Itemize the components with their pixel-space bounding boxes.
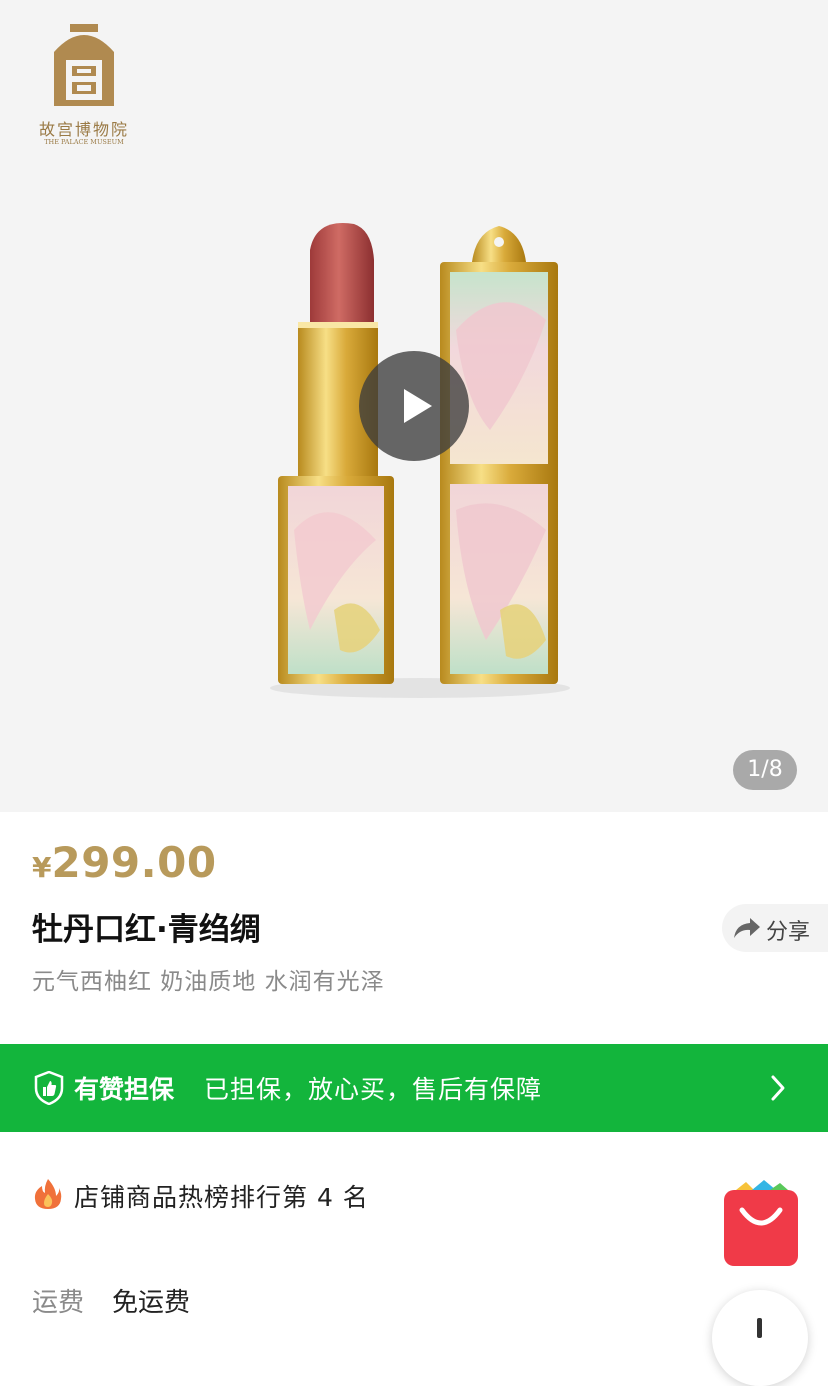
shop-bag-icon xyxy=(724,1180,798,1266)
ranking-text: 店铺商品热榜排行第 4 名 xyxy=(74,1183,369,1212)
palace-museum-logo: 故宫博物院 THE PALACE MUSEUM xyxy=(30,18,138,148)
image-counter-badge: 1/8 xyxy=(733,750,797,790)
guarantee-brand: 有赞担保 xyxy=(74,1075,175,1104)
chevron-right-icon xyxy=(771,1075,785,1101)
share-icon xyxy=(734,918,760,938)
share-label: 分享 xyxy=(766,920,811,945)
share-button[interactable]: 分享 xyxy=(722,904,828,952)
video-play-button[interactable] xyxy=(359,351,469,461)
price-value: 299.00 xyxy=(51,838,217,887)
guarantee-text: 已担保，放心买，售后有保障 xyxy=(204,1075,543,1104)
shipping-value: 免运费 xyxy=(112,1288,191,1318)
logo-name-en: THE PALACE MUSEUM xyxy=(44,138,124,146)
price: ¥299.00 xyxy=(32,838,217,888)
fire-icon xyxy=(34,1179,62,1209)
product-title: 牡丹口红·青绉绸 xyxy=(32,912,261,948)
play-icon xyxy=(404,389,432,423)
palace-museum-logo-mark xyxy=(54,24,114,106)
floating-action-glyph xyxy=(757,1318,762,1338)
guarantee-banner[interactable]: 有赞担保 已担保，放心买，售后有保障 xyxy=(0,1044,828,1132)
product-subtitle: 元气西柚红 奶油质地 水润有光泽 xyxy=(32,969,385,995)
floating-action-button[interactable] xyxy=(712,1290,808,1386)
shipping-label: 运费 xyxy=(32,1288,85,1318)
currency-symbol: ¥ xyxy=(32,851,52,884)
shipping-row: 运费 免运费 xyxy=(0,1270,828,1330)
logo-name: 故宫博物院 xyxy=(38,120,129,139)
product-image-carousel[interactable]: 故宫博物院 THE PALACE MUSEUM 1/8 xyxy=(0,0,828,812)
shop-bag-button[interactable] xyxy=(722,1180,800,1268)
ranking-row[interactable]: 店铺商品热榜排行第 4 名 xyxy=(0,1150,828,1240)
shield-thumb-icon xyxy=(34,1071,64,1105)
